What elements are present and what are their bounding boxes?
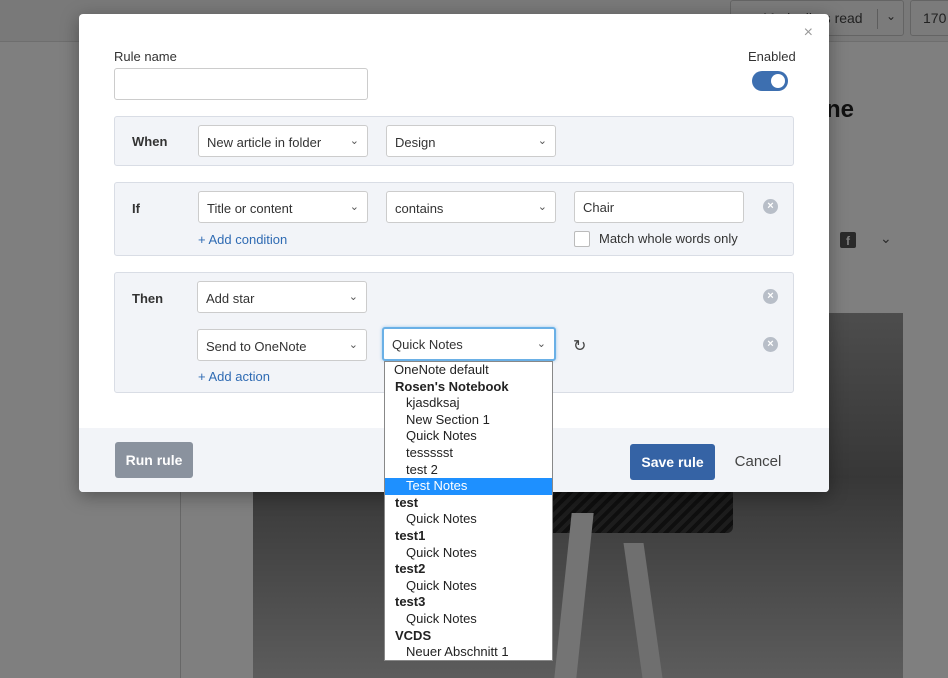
enabled-toggle[interactable] bbox=[752, 71, 788, 91]
rule-name-label: Rule name bbox=[114, 49, 177, 64]
dropdown-group-header[interactable]: test2 bbox=[385, 561, 552, 578]
action-select-2-value: Send to OneNote bbox=[206, 339, 307, 354]
dropdown-option[interactable]: kjasdksaj bbox=[385, 395, 552, 412]
remove-action-icon[interactable]: × bbox=[763, 337, 778, 352]
folder-select[interactable]: Design ⌄ bbox=[386, 125, 556, 157]
action-select-1[interactable]: Add star ⌄ bbox=[197, 281, 367, 313]
save-rule-button[interactable]: Save rule bbox=[630, 444, 715, 480]
if-title: If bbox=[132, 201, 140, 216]
chevron-down-icon: ⌄ bbox=[537, 201, 547, 213]
condition-field-value: Title or content bbox=[207, 201, 293, 216]
chevron-down-icon: ⌄ bbox=[348, 291, 358, 303]
enabled-label: Enabled bbox=[748, 49, 796, 64]
trigger-select[interactable]: New article in folder ⌄ bbox=[198, 125, 368, 157]
remove-condition-icon[interactable]: × bbox=[763, 199, 778, 214]
condition-operator-select[interactable]: contains ⌄ bbox=[386, 191, 556, 223]
dropdown-option[interactable]: OneNote default bbox=[385, 362, 552, 379]
onenote-section-select[interactable]: Quick Notes ⌄ bbox=[382, 327, 556, 361]
dropdown-option[interactable]: Quick Notes bbox=[385, 578, 552, 595]
chevron-down-icon: ⌄ bbox=[348, 339, 358, 351]
dropdown-option[interactable]: Quick Notes bbox=[385, 545, 552, 562]
add-action-link[interactable]: + Add action bbox=[198, 369, 270, 384]
remove-action-icon[interactable]: × bbox=[763, 289, 778, 304]
dropdown-option[interactable]: test 2 bbox=[385, 462, 552, 479]
refresh-icon[interactable]: ↻ bbox=[573, 336, 586, 356]
if-section: If Title or content ⌄ contains ⌄ × + Add… bbox=[114, 182, 794, 256]
close-icon[interactable]: × bbox=[804, 24, 813, 42]
dropdown-option[interactable]: Neuer Abschnitt 1 bbox=[385, 644, 552, 660]
dropdown-option[interactable]: tessssst bbox=[385, 445, 552, 462]
add-condition-link[interactable]: + Add condition bbox=[198, 232, 287, 247]
condition-value-input[interactable] bbox=[574, 191, 744, 223]
cancel-button[interactable]: Cancel bbox=[725, 444, 791, 480]
dropdown-group-header[interactable]: test3 bbox=[385, 594, 552, 611]
dropdown-option[interactable]: Quick Notes bbox=[385, 428, 552, 445]
dropdown-option[interactable]: New Section 1 bbox=[385, 412, 552, 429]
action-select-2[interactable]: Send to OneNote ⌄ bbox=[197, 329, 367, 361]
when-title: When bbox=[132, 134, 168, 149]
onenote-section-value: Quick Notes bbox=[392, 337, 463, 352]
dropdown-group-header[interactable]: test bbox=[385, 495, 552, 512]
run-rule-button[interactable]: Run rule bbox=[115, 442, 193, 478]
chevron-down-icon: ⌄ bbox=[536, 338, 546, 350]
dropdown-group-header[interactable]: Rosen's Notebook bbox=[385, 379, 552, 396]
then-title: Then bbox=[132, 291, 164, 306]
dropdown-option[interactable]: Test Notes bbox=[385, 478, 552, 495]
chevron-down-icon: ⌄ bbox=[537, 135, 547, 147]
chevron-down-icon: ⌄ bbox=[349, 201, 359, 213]
onenote-section-dropdown[interactable]: OneNote default Rosen's Notebook kjasdksaj… bbox=[384, 361, 553, 661]
trigger-select-value: New article in folder bbox=[207, 135, 322, 150]
toggle-knob bbox=[771, 74, 785, 88]
dropdown-group-header[interactable]: VCDS bbox=[385, 628, 552, 645]
when-section: When New article in folder ⌄ Design ⌄ bbox=[114, 116, 794, 166]
dropdown-group-header[interactable]: test1 bbox=[385, 528, 552, 545]
rule-name-input[interactable] bbox=[114, 68, 368, 100]
match-whole-words-checkbox[interactable] bbox=[574, 231, 590, 247]
folder-select-value: Design bbox=[395, 135, 436, 150]
condition-field-select[interactable]: Title or content ⌄ bbox=[198, 191, 368, 223]
match-whole-words-label: Match whole words only bbox=[599, 231, 738, 246]
dropdown-option[interactable]: Quick Notes bbox=[385, 511, 552, 528]
condition-operator-value: contains bbox=[395, 201, 444, 216]
action-select-1-value: Add star bbox=[206, 291, 255, 306]
dropdown-option[interactable]: Quick Notes bbox=[385, 611, 552, 628]
chevron-down-icon: ⌄ bbox=[349, 135, 359, 147]
